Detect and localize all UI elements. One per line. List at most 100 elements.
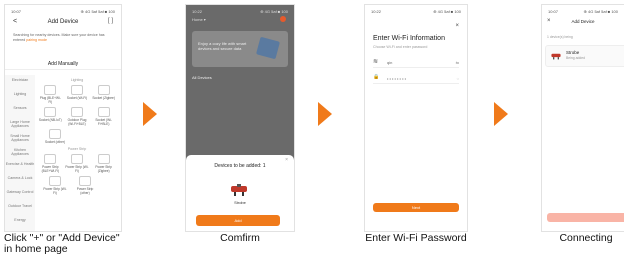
status-bar: 10:22 ⊕ 4G 5af ■ 100 [192,9,288,14]
arrow-right-icon [494,102,508,126]
device-tile[interactable]: Socket (NB-IoT) [38,107,62,126]
divider [5,69,121,70]
wifi-name: qin [387,60,393,65]
power-strip-icon [44,154,57,164]
sidebar-item-kitchen[interactable]: Kitchen Appliances [5,145,35,159]
status-icons: ⊕ 4G 5af 5af ■ 100 [80,9,115,14]
device-tile[interactable]: Socket (Zigbee) [92,85,116,104]
status-time: 10:22 [371,9,382,14]
status-icons: ⊕ 4G 5af 5af ■ 100 [583,9,618,14]
pairing-notice: Searching for nearby devices. Make sure … [13,33,113,43]
show-password-icon[interactable]: ◌ [457,76,459,81]
page-title: Add Device [47,19,79,25]
wifi-icon: ≋ [373,59,379,65]
sidebar-item-outdoor[interactable]: Outdoor Travel [5,201,35,215]
socket-icon [44,107,57,117]
device-tile-label: Power Strip (Zigbee) [95,165,112,173]
sidebar-item-gateway[interactable]: Gateway Control [5,187,35,201]
device-name: Strobe [566,50,580,55]
device-tile[interactable]: Power Strip (Wi-Fi) [65,154,89,173]
sidebar-item-electrician[interactable]: Electrician [5,75,35,89]
device-tile[interactable]: Outdoor Plug (Wi-Fi+BLE) [65,107,89,126]
power-strip-icon [70,154,83,164]
status-time: 10:07 [11,9,22,14]
status-bar: 10:22 ⊕ 4G 5af ■ 100 [371,9,461,14]
device-tile[interactable]: Socket (Wi-Fi) [65,85,89,104]
device-tile-label: Power Strip (Wi-Fi) [43,187,67,195]
scan-icon[interactable]: [ ] [108,18,113,24]
done-button[interactable] [547,213,624,222]
status-time: 10:22 [192,9,203,14]
wifi-field[interactable]: ≋ qin ⇆ [373,57,459,68]
sidebar-item-sensors[interactable]: Sensors [5,103,35,117]
socket-icon [49,129,61,139]
sidebar-item-large-appliances[interactable]: Large Home Appliances [5,117,35,131]
sidebar-item-health[interactable]: Exercise & Health [5,159,35,173]
lock-icon: 🔒 [373,74,380,80]
socket-icon [70,85,83,95]
device-tile-label: Socket (other) [44,140,66,144]
status-icons: ⊕ 4G 5af ■ 100 [260,9,288,14]
device-tile-label: Power Strip (other) [76,187,94,195]
page-title: Enter Wi-Fi Information [373,35,445,42]
power-strip-icon [79,176,91,186]
device-tile[interactable]: Socket (other) [43,129,67,144]
plug-icon [70,107,83,117]
plug-icon [44,85,57,95]
group-label: Lighting [70,78,84,82]
device-tile[interactable]: Socket (Wi-Fi+BLE) [92,107,116,126]
sidebar-item-lighting[interactable]: Lighting [5,89,35,103]
switch-network-icon[interactable]: ⇆ [456,60,459,65]
plus-icon[interactable] [280,16,286,22]
device-card: Strobe Being added [545,45,624,67]
sidebar-item-small-appliances[interactable]: Small Home Appliances [5,131,35,145]
device-tile-label: Power Strip (BLE+Wi-Fi) [41,165,60,173]
device-status: Being added [566,56,586,60]
password-field[interactable]: 🔒 • • • • • • • • ◌ [373,73,459,84]
device-tile[interactable]: Power Strip (other) [73,176,97,195]
grid-row: Power Strip (BLE+Wi-Fi) Power Strip (Wi-… [37,154,117,173]
group-label: Power Strip [67,147,87,151]
device-tile-label: Socket (NB-IoT) [38,118,62,122]
status-time: 10:07 [548,9,559,14]
strobe-light-icon [231,184,247,196]
socket-icon [97,85,110,95]
sidebar-item-energy[interactable]: Energy [5,215,35,229]
device-tile[interactable]: Power Strip (BLE+Wi-Fi) [38,154,62,173]
grid-row: Plug (BLE+Wi-Fi) Socket (Wi-Fi) Socket (… [37,85,117,104]
page-subtitle: Choose Wi-Fi and enter password [373,45,428,49]
pairing-mode-link[interactable]: pairing mode [26,38,47,42]
grid-row: Power Strip (Wi-Fi) Power Strip (other) [37,176,117,195]
device-tile-label: Socket (Wi-Fi+BLE) [95,118,112,126]
close-icon[interactable]: × [455,23,459,29]
next-button[interactable]: Next [373,203,459,212]
caption-step-1: Click "+" or "Add Device" in home page [4,233,126,255]
arrow-right-icon [318,102,332,126]
home-selector[interactable]: Home ▾ [192,17,206,22]
strobe-light-icon [551,53,561,60]
device-tile-label: Power Strip (Wi-Fi) [65,165,89,173]
all-devices-label: All Devices [192,75,212,80]
sidebar-item-camera[interactable]: Camera & Lock [5,173,35,187]
caption-line: in home page [4,243,68,255]
add-devices-sheet: × Devices to be added: 1 Strobe Add [186,155,294,231]
add-button[interactable]: Add [196,215,280,226]
screen-connecting: 10:07 ⊕ 4G 5af 5af ■ 100 × Add Device 1 … [541,4,624,232]
banner-text: Enjoy a cozy life with smart devices and… [198,41,247,51]
device-tile-label: Plug (BLE+Wi-Fi) [39,96,61,104]
category-sidebar: Electrician Lighting Sensors Large Home … [5,75,35,231]
screen-confirm: 10:22 ⊕ 4G 5af ■ 100 Home ▾ Enjoy a cozy… [185,4,295,232]
page-title: Add Device [571,19,595,24]
socket-icon [97,107,110,117]
screen-wifi: 10:22 ⊕ 4G 5af ■ 100 × Enter Wi-Fi Infor… [364,4,468,232]
device-name: Strobe [234,200,246,205]
device-tile[interactable]: Power Strip (Wi-Fi) [43,176,67,195]
caption-step-3: Enter Wi-Fi Password [365,232,467,244]
device-tile-label: Socket (Wi-Fi) [66,96,88,100]
device-tile-label: Outdoor Plug (Wi-Fi+BLE) [67,118,87,126]
section-label: 1 device(s) being [547,35,573,39]
device-tile[interactable]: Plug (BLE+Wi-Fi) [38,85,62,104]
device-tile[interactable]: Power Strip (Zigbee) [92,154,116,173]
status-icons: ⊕ 4G 5af ■ 100 [433,9,461,14]
device-tile-label: Socket (Zigbee) [92,96,115,100]
